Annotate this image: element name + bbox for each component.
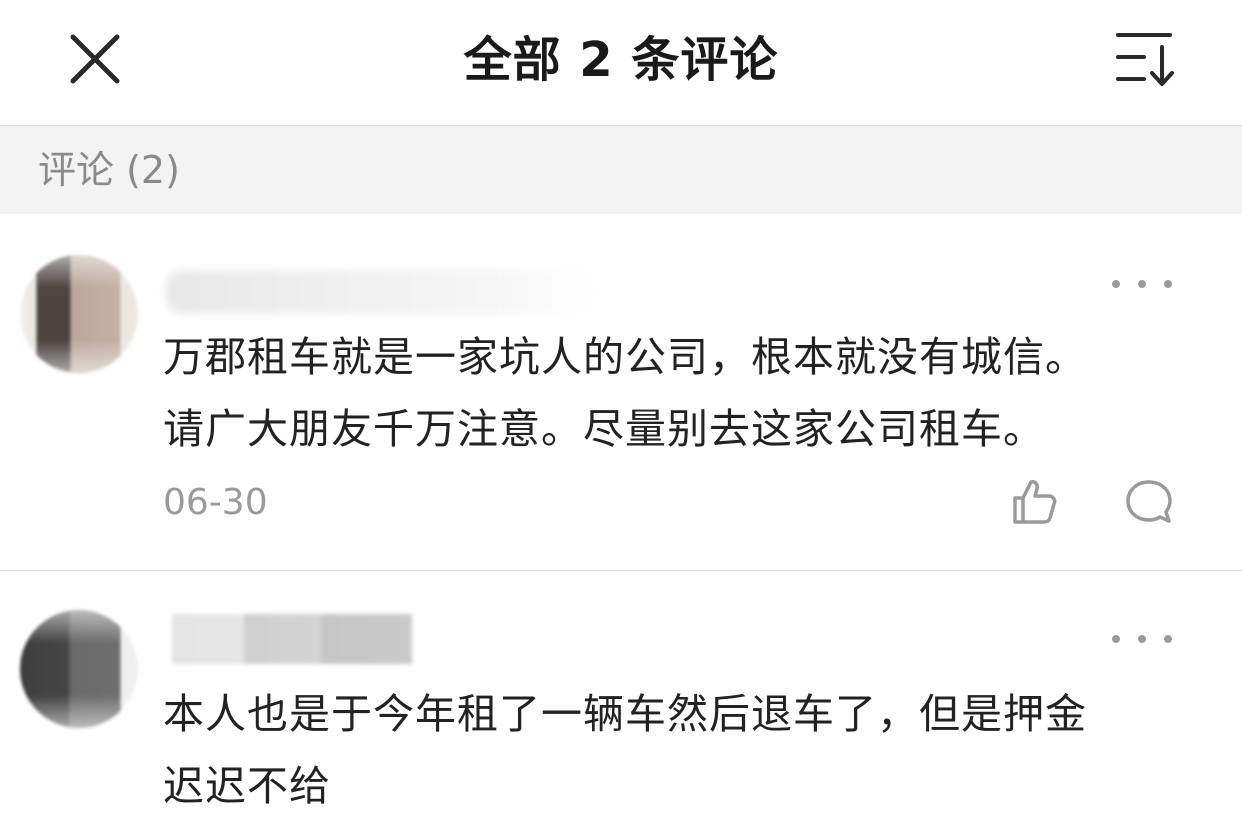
header-bar: 全部 2 条评论 [0,0,1242,126]
username-redacted[interactable] [172,614,412,664]
comments-section-header: 评论 (2) [0,126,1242,214]
comment-date: 06-30 [163,482,268,523]
comment-bubble-icon [1126,480,1172,523]
reply-button[interactable] [1120,473,1178,531]
comment-text-line: 本人也是于今年租了一辆车然后退车了，但是押金 [163,690,1087,738]
like-button[interactable] [1006,473,1064,531]
comment-text-line: 万郡租车就是一家坑人的公司，根本就没有城信。 [163,333,1087,381]
comment-text: 本人也是于今年租了一辆车然后退车了，但是押金 迟迟不给 [163,678,1193,820]
comments-page: 全部 2 条评论 评论 (2) 万郡租车就是一家坑人的公司，根本就没有城信。 请… [0,0,1242,820]
comment-text-line: 迟迟不给 [163,762,331,810]
comment-text: 万郡租车就是一家坑人的公司，根本就没有城信。 请广大朋友千万注意。尽量别去这家公… [163,321,1193,465]
comment-item: 本人也是于今年租了一辆车然后退车了，但是押金 迟迟不给 [0,572,1242,820]
sort-icon [1116,33,1174,86]
avatar[interactable] [20,255,138,373]
comments-count-label: 评论 (2) [38,148,180,192]
sort-button[interactable] [1110,26,1182,92]
avatar[interactable] [20,610,138,728]
more-options-button[interactable] [1112,624,1172,654]
more-options-button[interactable] [1112,269,1172,299]
more-icon [1112,280,1120,288]
thumbs-up-icon [1013,480,1057,524]
page-title: 全部 2 条评论 [463,32,779,88]
username-redacted[interactable] [165,270,595,314]
comment-item: 万郡租车就是一家坑人的公司，根本就没有城信。 请广大朋友千万注意。尽量别去这家公… [0,215,1242,571]
comment-text-line: 请广大朋友千万注意。尽量别去这家公司租车。 [163,405,1045,453]
more-icon [1112,635,1120,643]
